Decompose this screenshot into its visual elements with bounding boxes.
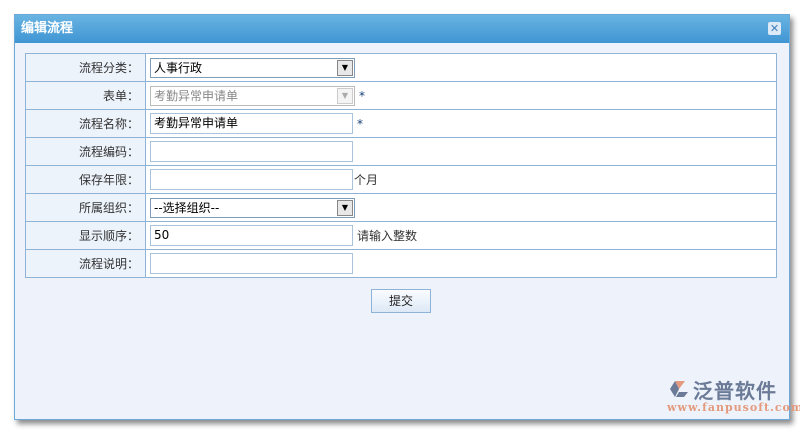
logo-name: 泛普软件 xyxy=(693,379,777,403)
category-value: 人事行政 xyxy=(154,60,203,75)
order-input[interactable]: 50 xyxy=(150,225,353,246)
row-retention: 保存年限： 个月 xyxy=(25,165,777,194)
required-mark: * xyxy=(357,116,363,131)
desc-input[interactable] xyxy=(150,253,353,274)
dialog-title: 编辑流程 xyxy=(21,21,74,36)
desc-label: 流程说明： xyxy=(25,249,146,278)
order-hint: 请输入整数 xyxy=(357,229,418,243)
dialog-title-bar: 编辑流程 ✕ xyxy=(15,15,789,43)
required-mark: * xyxy=(359,88,365,103)
edit-flow-dialog: 编辑流程 ✕ 流程分类： 人事行政 ▼ 表单： 考勤异常申请单 ▼ * 流程名称： 考… xyxy=(14,14,800,420)
org-select[interactable]: --选择组织-- ▼ xyxy=(150,197,355,218)
form-label: 表单： xyxy=(25,81,146,110)
chevron-down-icon: ▼ xyxy=(337,87,353,104)
logo-url: www.fanpusoft.com xyxy=(667,401,800,414)
close-icon[interactable]: ✕ xyxy=(768,22,781,35)
name-input[interactable]: 考勤异常申请单 xyxy=(150,113,353,134)
row-name: 流程名称： 考勤异常申请单 * xyxy=(25,109,777,138)
retention-input[interactable] xyxy=(150,169,353,190)
row-org: 所属组织： --选择组织-- ▼ xyxy=(25,193,777,222)
category-select[interactable]: 人事行政 ▼ xyxy=(150,57,355,78)
chevron-down-icon[interactable]: ▼ xyxy=(337,59,353,76)
code-label: 流程编码： xyxy=(25,137,146,166)
row-order: 显示顺序： 50 请输入整数 xyxy=(25,221,777,250)
fanpusoft-logo: 泛普软件 www.fanpusoft.com xyxy=(663,375,800,415)
row-code: 流程编码： xyxy=(25,137,777,166)
form-value: 考勤异常申请单 xyxy=(154,88,239,103)
retention-unit: 个月 xyxy=(354,173,379,187)
row-desc: 流程说明： xyxy=(25,249,777,278)
form-select: 考勤异常申请单 ▼ xyxy=(150,85,355,106)
row-form: 表单： 考勤异常申请单 ▼ * xyxy=(25,81,777,110)
retention-label: 保存年限： xyxy=(25,165,146,194)
category-label: 流程分类： xyxy=(25,53,146,82)
name-label: 流程名称： xyxy=(25,109,146,138)
row-category: 流程分类： 人事行政 ▼ xyxy=(25,53,777,82)
chevron-down-icon[interactable]: ▼ xyxy=(337,199,353,216)
submit-button[interactable]: 提交 xyxy=(371,289,431,313)
org-label: 所属组织： xyxy=(25,193,146,222)
order-label: 显示顺序： xyxy=(25,221,146,250)
org-value: --选择组织-- xyxy=(154,200,220,215)
logo-mark-icon xyxy=(670,381,688,397)
code-input[interactable] xyxy=(150,141,353,162)
flow-form: 流程分类： 人事行政 ▼ 表单： 考勤异常申请单 ▼ * 流程名称： 考勤异常申请单 *… xyxy=(25,53,777,278)
